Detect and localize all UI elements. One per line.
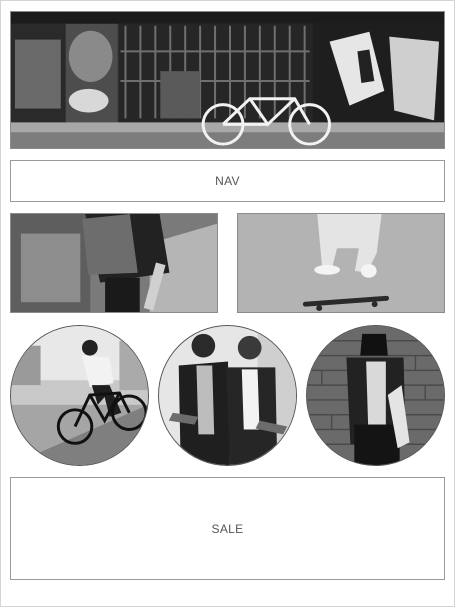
image-tile-right[interactable]	[237, 213, 445, 313]
hero-image[interactable]	[10, 11, 445, 149]
circle-image-cyclist[interactable]	[10, 325, 149, 466]
brick-wall-skater-picture	[307, 326, 444, 465]
circle-image-couple[interactable]	[158, 325, 297, 466]
sale-banner[interactable]: SALE	[10, 477, 445, 580]
couple-skateboards-picture	[159, 326, 296, 465]
skater-backpack-picture	[11, 214, 217, 312]
hero-graffiti-picture	[11, 12, 444, 148]
nav-label: NAV	[215, 174, 240, 188]
nav-bar[interactable]: NAV	[10, 160, 445, 202]
circle-image-brick-wall[interactable]	[306, 325, 445, 466]
skateboard-jump-picture	[238, 214, 444, 312]
image-tile-left[interactable]	[10, 213, 218, 313]
sale-label: SALE	[211, 521, 244, 536]
cyclist-picture	[11, 326, 148, 465]
